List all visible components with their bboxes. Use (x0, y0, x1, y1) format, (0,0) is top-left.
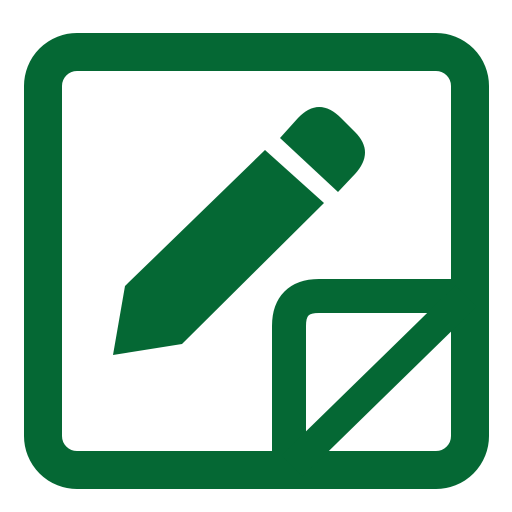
folded-corner-diagonal (281, 285, 477, 477)
edit-note-icon-canvas (0, 0, 512, 512)
edit-note-icon (24, 33, 489, 489)
